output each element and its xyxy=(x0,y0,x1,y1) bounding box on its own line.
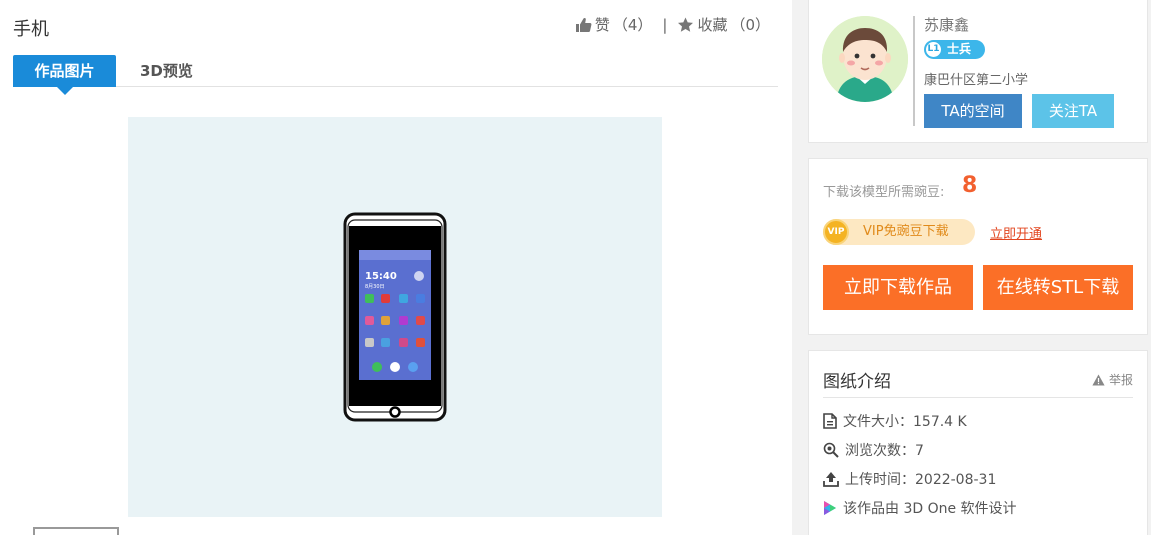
sidebar: 苏康鑫 L1 士兵 康巴什区第二小学 TA的空间 关注TA 下载该模型所需豌豆:… xyxy=(792,0,1151,535)
required-beans-label: 下载该模型所需豌豆: xyxy=(823,185,945,200)
report-label: 举报 xyxy=(1108,373,1133,387)
actions-separator: | xyxy=(662,15,668,34)
level-icon: L1 xyxy=(926,42,941,57)
thumbs-up-icon xyxy=(575,17,592,32)
image-thumbnail[interactable] xyxy=(33,527,119,535)
download-work-button[interactable]: 立即下载作品 xyxy=(823,265,973,310)
author-card: 苏康鑫 L1 士兵 康巴什区第二小学 TA的空间 关注TA xyxy=(808,0,1148,143)
info-divider xyxy=(823,397,1133,398)
author-name[interactable]: 苏康鑫 xyxy=(924,14,969,35)
work-image-preview[interactable]: 15:40 8月30日 xyxy=(128,117,662,517)
like-count: （4） xyxy=(612,16,653,34)
views-text: 浏览次数：7 xyxy=(845,443,924,459)
drawing-info-card: 图纸介绍 举报 文件大小：157.4 K 浏览次数：7 上传时间：2022-08… xyxy=(808,350,1148,535)
collect-count: （0） xyxy=(730,16,770,34)
file-icon xyxy=(823,413,837,429)
required-beans-value: 8 xyxy=(962,173,978,198)
view-icon xyxy=(823,442,839,458)
file-size-row: 文件大小：157.4 K xyxy=(823,411,967,431)
download-card: 下载该模型所需豌豆: 8 VIP VIP免豌豆下载 立即开通 立即下载作品 在线… xyxy=(808,158,1148,335)
vip-icon: VIP xyxy=(823,219,849,245)
software-row: 该作品由 3D One 软件设计 xyxy=(823,498,1017,518)
ta-space-button[interactable]: TA的空间 xyxy=(924,94,1022,128)
vip-free-download[interactable]: VIP VIP免豌豆下载 xyxy=(823,219,975,245)
file-size-text: 文件大小：157.4 K xyxy=(843,414,967,430)
author-school: 康巴什区第二小学 xyxy=(924,73,1029,88)
boy-avatar-icon xyxy=(822,16,908,102)
phone-date: 8月30日 xyxy=(365,284,385,290)
drawing-info-title: 图纸介绍 xyxy=(823,372,891,392)
preview-tabs: 作品图片 3D预览 xyxy=(13,55,778,95)
work-title: 手机 xyxy=(13,19,49,40)
upload-time-text: 上传时间：2022-08-31 xyxy=(845,472,997,488)
main-content: 手机 赞 （4） | 收藏 （0） 作品图片 3D预览 15:40 8月30日 xyxy=(0,0,792,535)
tab-work-images[interactable]: 作品图片 xyxy=(13,55,116,95)
like-label: 赞 xyxy=(594,16,610,34)
star-icon xyxy=(678,17,694,32)
upload-time-row: 上传时间：2022-08-31 xyxy=(823,469,996,489)
work-actions: 赞 （4） | 收藏 （0） xyxy=(575,14,770,35)
warning-icon xyxy=(1092,374,1105,385)
views-row: 浏览次数：7 xyxy=(823,440,924,460)
follow-button[interactable]: 关注TA xyxy=(1032,94,1114,128)
collect-button[interactable]: 收藏 （0） xyxy=(677,14,770,35)
rank-label: 士兵 xyxy=(947,42,972,56)
vip-free-text: VIP免豌豆下载 xyxy=(863,224,949,239)
3d-one-logo-icon xyxy=(824,501,836,515)
tab-3d-preview[interactable]: 3D预览 xyxy=(140,55,193,87)
report-button[interactable]: 举报 xyxy=(1092,371,1133,388)
software-text: 该作品由 3D One 软件设计 xyxy=(843,501,1017,517)
phone-time: 15:40 xyxy=(365,271,397,282)
avatar[interactable] xyxy=(822,16,908,102)
upload-icon xyxy=(823,472,839,487)
rank-badge: L1 士兵 xyxy=(924,40,985,59)
open-vip-link[interactable]: 立即开通 xyxy=(990,223,1042,242)
collect-label: 收藏 xyxy=(697,16,728,34)
like-button[interactable]: 赞 （4） xyxy=(575,14,653,35)
phone-model-image: 15:40 8月30日 xyxy=(343,212,447,422)
convert-stl-button[interactable]: 在线转STL下载 xyxy=(983,265,1133,310)
author-divider xyxy=(913,16,915,126)
